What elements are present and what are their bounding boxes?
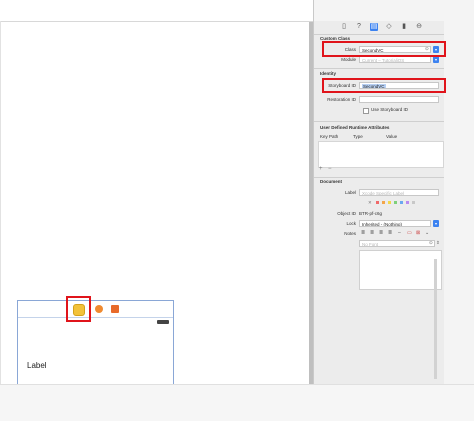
lock-label: Lock	[346, 221, 356, 226]
notes-label: Notes	[344, 231, 356, 236]
object-id-label: Object ID	[337, 211, 356, 216]
module-dropdown-button[interactable]: ▾	[433, 56, 439, 63]
scene-dock	[18, 301, 173, 318]
swatch-purple[interactable]	[406, 201, 409, 204]
view-controller-scene[interactable]: Label	[17, 300, 174, 385]
object-id-value: BTR-pf-c6g	[359, 211, 383, 216]
exit-icon[interactable]	[111, 305, 119, 313]
runtime-attributes-header: User Defined Runtime Attributes	[320, 125, 390, 130]
restoration-id-field[interactable]	[359, 96, 439, 103]
canvas-left-divider	[0, 21, 1, 384]
identity-header: Identity	[320, 71, 337, 76]
align-left-icon[interactable]: ≣	[361, 230, 365, 236]
swatch-red[interactable]	[376, 201, 379, 204]
battery-icon	[157, 320, 169, 324]
swatch-green[interactable]	[394, 201, 397, 204]
runtime-attributes-table[interactable]	[318, 141, 444, 168]
use-storyboard-id-label: Use Storyboard ID	[371, 107, 409, 112]
column-key-path[interactable]: Key Path	[320, 134, 338, 139]
notes-font-field[interactable]: No Font	[359, 240, 435, 247]
canvas-top-divider	[0, 21, 313, 22]
first-responder-icon[interactable]	[95, 305, 103, 313]
help-icon[interactable]: ?	[355, 23, 363, 31]
bottom-bar	[0, 384, 474, 421]
swatch-gray[interactable]	[412, 201, 415, 204]
column-type[interactable]: Type	[353, 134, 363, 139]
use-storyboard-id-checkbox[interactable]	[363, 108, 369, 114]
file-icon[interactable]: ▯	[340, 23, 348, 31]
identity-divider	[314, 121, 444, 122]
storyboard-canvas[interactable]: Label	[0, 0, 314, 420]
column-value[interactable]: Value	[386, 134, 397, 139]
view-controller-highlight	[66, 296, 91, 322]
swatch-orange[interactable]	[382, 201, 385, 204]
document-label-field[interactable]: Xcode Specific Label	[359, 189, 439, 196]
swatch-blue[interactable]	[400, 201, 403, 204]
justify-icon[interactable]: ≣	[388, 230, 392, 236]
align-center-icon[interactable]: ≣	[370, 230, 374, 236]
align-right-icon[interactable]: ≣	[379, 230, 383, 236]
lock-dropdown-button[interactable]: ▾	[433, 220, 439, 227]
label-color-swatches: ✕	[368, 200, 438, 206]
connections-icon[interactable]: ⊖	[415, 23, 423, 31]
document-header: Document	[320, 179, 343, 184]
module-label: Module	[341, 57, 356, 62]
document-label-label: Label	[344, 190, 356, 195]
inspector-scrollbar[interactable]	[434, 259, 437, 379]
text-color-icon[interactable]: ▭	[407, 230, 412, 236]
runtime-attributes-divider	[314, 177, 444, 178]
line-spacing-icon[interactable]: –	[398, 230, 401, 236]
storyboard-id-highlight	[322, 78, 446, 93]
size-icon[interactable]: ▮	[400, 23, 408, 31]
remove-attribute-button[interactable]: −	[328, 166, 332, 172]
custom-class-divider	[314, 68, 444, 69]
notes-more-icon[interactable]: ⌄	[425, 230, 429, 236]
notes-toolbar: ≣ ≣ ≣ ≣ – ▭ ⊠ ⌄	[361, 230, 441, 237]
background-color-icon[interactable]: ⊠	[416, 230, 420, 236]
identity-inspector: ▯ ? ▤ ◇ ▮ ⊖ Custom Class Class SecondVC …	[313, 21, 446, 384]
clear-color-icon[interactable]: ✕	[368, 200, 372, 206]
add-attribute-button[interactable]: +	[319, 166, 323, 172]
font-size-stepper[interactable]: ⇕	[436, 240, 440, 246]
class-highlight	[322, 41, 446, 57]
module-field[interactable]: Current – TutorialiOS	[359, 56, 431, 63]
notes-textarea[interactable]	[359, 250, 442, 290]
inspector-tab-bar: ▯ ? ▤ ◇ ▮ ⊖	[314, 21, 444, 33]
restoration-id-label: Restoration ID	[327, 97, 356, 102]
scene-label[interactable]: Label	[27, 361, 47, 370]
swatch-yellow[interactable]	[388, 201, 391, 204]
identity-icon[interactable]: ▤	[370, 23, 378, 31]
lock-select[interactable]: Inherited - (Nothing)	[359, 220, 431, 227]
tab-bar-divider	[314, 34, 444, 35]
font-picker-icon[interactable]: ⊙	[429, 240, 433, 246]
attributes-icon[interactable]: ◇	[385, 23, 393, 31]
xcode-window: Label ▯ ? ▤ ◇ ▮ ⊖ Custom Class Class Sec…	[0, 0, 474, 421]
